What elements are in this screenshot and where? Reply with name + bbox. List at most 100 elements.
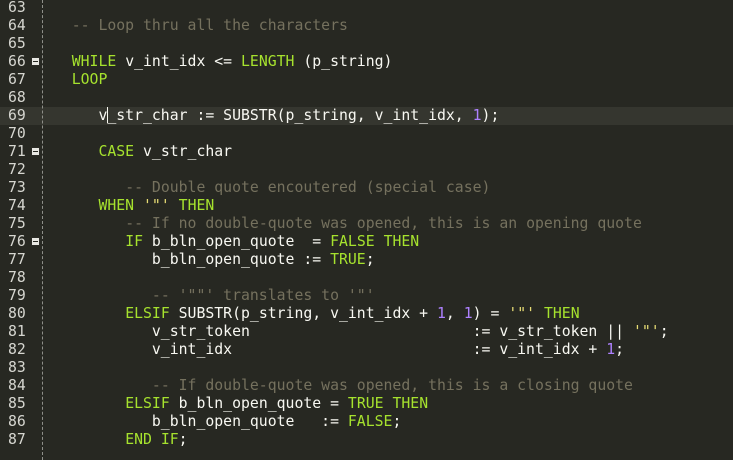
code-line[interactable]: 66 WHILE v_int_idx <= LENGTH (p_string) bbox=[0, 53, 733, 71]
code-text[interactable]: -- '""' translates to '"' bbox=[45, 287, 375, 305]
code-line[interactable]: 82 v_int_idx := v_int_idx + 1; bbox=[0, 341, 733, 359]
code-line[interactable]: 81 v_str_token := v_str_token || '"'; bbox=[0, 323, 733, 341]
code-text[interactable]: LOOP bbox=[45, 71, 108, 89]
code-token: ; bbox=[178, 431, 188, 448]
code-token: v bbox=[45, 107, 108, 124]
code-line[interactable]: 68 bbox=[0, 89, 733, 107]
code-token: ; bbox=[392, 413, 402, 430]
keyword-token: ELSIF bbox=[125, 395, 170, 412]
line-number: 86 bbox=[8, 413, 26, 430]
code-text[interactable]: -- If double-quote was opened, this is a… bbox=[45, 377, 633, 395]
code-text[interactable]: ELSIF b_bln_open_quote = TRUE THEN bbox=[45, 395, 428, 413]
keyword-token: THEN bbox=[383, 233, 420, 250]
line-number: 83 bbox=[8, 359, 26, 376]
code-token: v_str_token := v_str_token || bbox=[45, 323, 633, 340]
string-token: '"' bbox=[143, 197, 170, 214]
fold-collapse-icon[interactable] bbox=[31, 237, 40, 246]
line-number: 66 bbox=[8, 53, 26, 70]
code-token: ; bbox=[615, 341, 625, 358]
fold-collapse-icon[interactable] bbox=[31, 57, 40, 66]
line-number: 67 bbox=[8, 71, 26, 88]
code-token: v_int_idx := v_int_idx + bbox=[45, 341, 607, 358]
keyword-token: FALSE bbox=[330, 233, 375, 250]
fold-collapse-icon[interactable] bbox=[31, 147, 40, 156]
code-text[interactable]: v_str_char := SUBSTR(p_string, v_int_idx… bbox=[45, 107, 499, 125]
keyword-token: ELSIF bbox=[125, 305, 170, 322]
code-line[interactable]: 65 bbox=[0, 35, 733, 53]
code-token: v_int_idx <= bbox=[116, 53, 241, 70]
code-line[interactable]: 84 -- If double-quote was opened, this i… bbox=[0, 377, 733, 395]
keyword-token: LENGTH bbox=[241, 53, 295, 70]
number-token: 1 bbox=[606, 341, 616, 358]
code-line[interactable]: 85 ELSIF b_bln_open_quote = TRUE THEN bbox=[0, 395, 733, 413]
code-line[interactable]: 78 bbox=[0, 269, 733, 287]
code-text[interactable]: WHILE v_int_idx <= LENGTH (p_string) bbox=[45, 53, 393, 71]
keyword-token: THEN bbox=[392, 395, 429, 412]
code-text[interactable]: -- Double quote encoutered (special case… bbox=[45, 179, 490, 197]
code-editor[interactable]: 63 64 -- Loop thru all the characters 65 66… bbox=[0, 0, 733, 460]
code-line[interactable]: 79 -- '""' translates to '"' bbox=[0, 287, 733, 305]
code-line[interactable]: 69 v_str_char := SUBSTR(p_string, v_int_… bbox=[0, 107, 733, 125]
code-line[interactable]: 64 -- Loop thru all the characters bbox=[0, 17, 733, 35]
keyword-token: END bbox=[125, 431, 152, 448]
code-text[interactable]: ELSIF SUBSTR(p_string, v_int_idx + 1, 1)… bbox=[45, 305, 580, 323]
line-number: 69 bbox=[8, 107, 26, 124]
code-line[interactable]: 76 IF b_bln_open_quote = FALSE THEN bbox=[0, 233, 733, 251]
line-number: 64 bbox=[8, 17, 26, 34]
code-token: v_str_char bbox=[134, 143, 233, 160]
line-number: 71 bbox=[8, 143, 26, 160]
code-text[interactable]: b_bln_open_quote := TRUE; bbox=[45, 251, 375, 269]
code-text[interactable]: b_bln_open_quote := FALSE; bbox=[45, 413, 401, 431]
code-line[interactable]: 71 CASE v_str_char bbox=[0, 143, 733, 161]
code-text[interactable]: v_str_token := v_str_token || '"'; bbox=[45, 323, 669, 341]
keyword-token: THEN bbox=[543, 305, 580, 322]
code-line[interactable]: 67 LOOP bbox=[0, 71, 733, 89]
code-line[interactable]: 86 b_bln_open_quote := FALSE; bbox=[0, 413, 733, 431]
line-number: 82 bbox=[8, 341, 26, 358]
code-line[interactable]: 87 END IF; bbox=[0, 431, 733, 449]
line-number: 87 bbox=[8, 431, 26, 448]
code-token: _str_char := SUBSTR(p_string, v_int_idx, bbox=[107, 107, 473, 124]
code-text[interactable]: -- If no double-quote was opened, this i… bbox=[45, 215, 642, 233]
gutter-divider bbox=[42, 0, 43, 460]
code-line[interactable]: 83 bbox=[0, 359, 733, 377]
code-token: (p_string) bbox=[294, 53, 393, 70]
keyword-token: CASE bbox=[98, 143, 135, 160]
code-line[interactable]: 80 ELSIF SUBSTR(p_string, v_int_idx + 1,… bbox=[0, 305, 733, 323]
code-text[interactable]: WHEN '"' THEN bbox=[45, 197, 214, 215]
code-line[interactable]: 63 bbox=[0, 0, 733, 17]
keyword-token: TRUE bbox=[347, 395, 384, 412]
code-text[interactable]: IF b_bln_open_quote = FALSE THEN bbox=[45, 233, 419, 251]
line-number: 79 bbox=[8, 287, 26, 304]
comment-token: -- '""' translates to '"' bbox=[151, 287, 375, 304]
line-number: 80 bbox=[8, 305, 26, 322]
code-line[interactable]: 72 bbox=[0, 161, 733, 179]
keyword-token: LOOP bbox=[71, 71, 108, 88]
line-number: 85 bbox=[8, 395, 26, 412]
code-line[interactable]: 73 -- Double quote encoutered (special c… bbox=[0, 179, 733, 197]
code-text[interactable]: -- Loop thru all the characters bbox=[45, 17, 348, 35]
line-number: 78 bbox=[8, 269, 26, 286]
code-line[interactable]: 74 WHEN '"' THEN bbox=[0, 197, 733, 215]
code-line[interactable]: 77 b_bln_open_quote := TRUE; bbox=[0, 251, 733, 269]
line-number: 75 bbox=[8, 215, 26, 232]
code-line[interactable]: 70 bbox=[0, 125, 733, 143]
comment-token: -- Double quote encoutered (special case… bbox=[125, 179, 491, 196]
code-text[interactable]: END IF; bbox=[45, 431, 188, 449]
code-line[interactable]: 75 -- If no double-quote was opened, thi… bbox=[0, 215, 733, 233]
comment-token: -- If no double-quote was opened, this i… bbox=[125, 215, 642, 232]
code-text[interactable]: CASE v_str_char bbox=[45, 143, 232, 161]
code-text[interactable]: v_int_idx := v_int_idx + 1; bbox=[45, 341, 624, 359]
code-token: , bbox=[445, 305, 464, 322]
